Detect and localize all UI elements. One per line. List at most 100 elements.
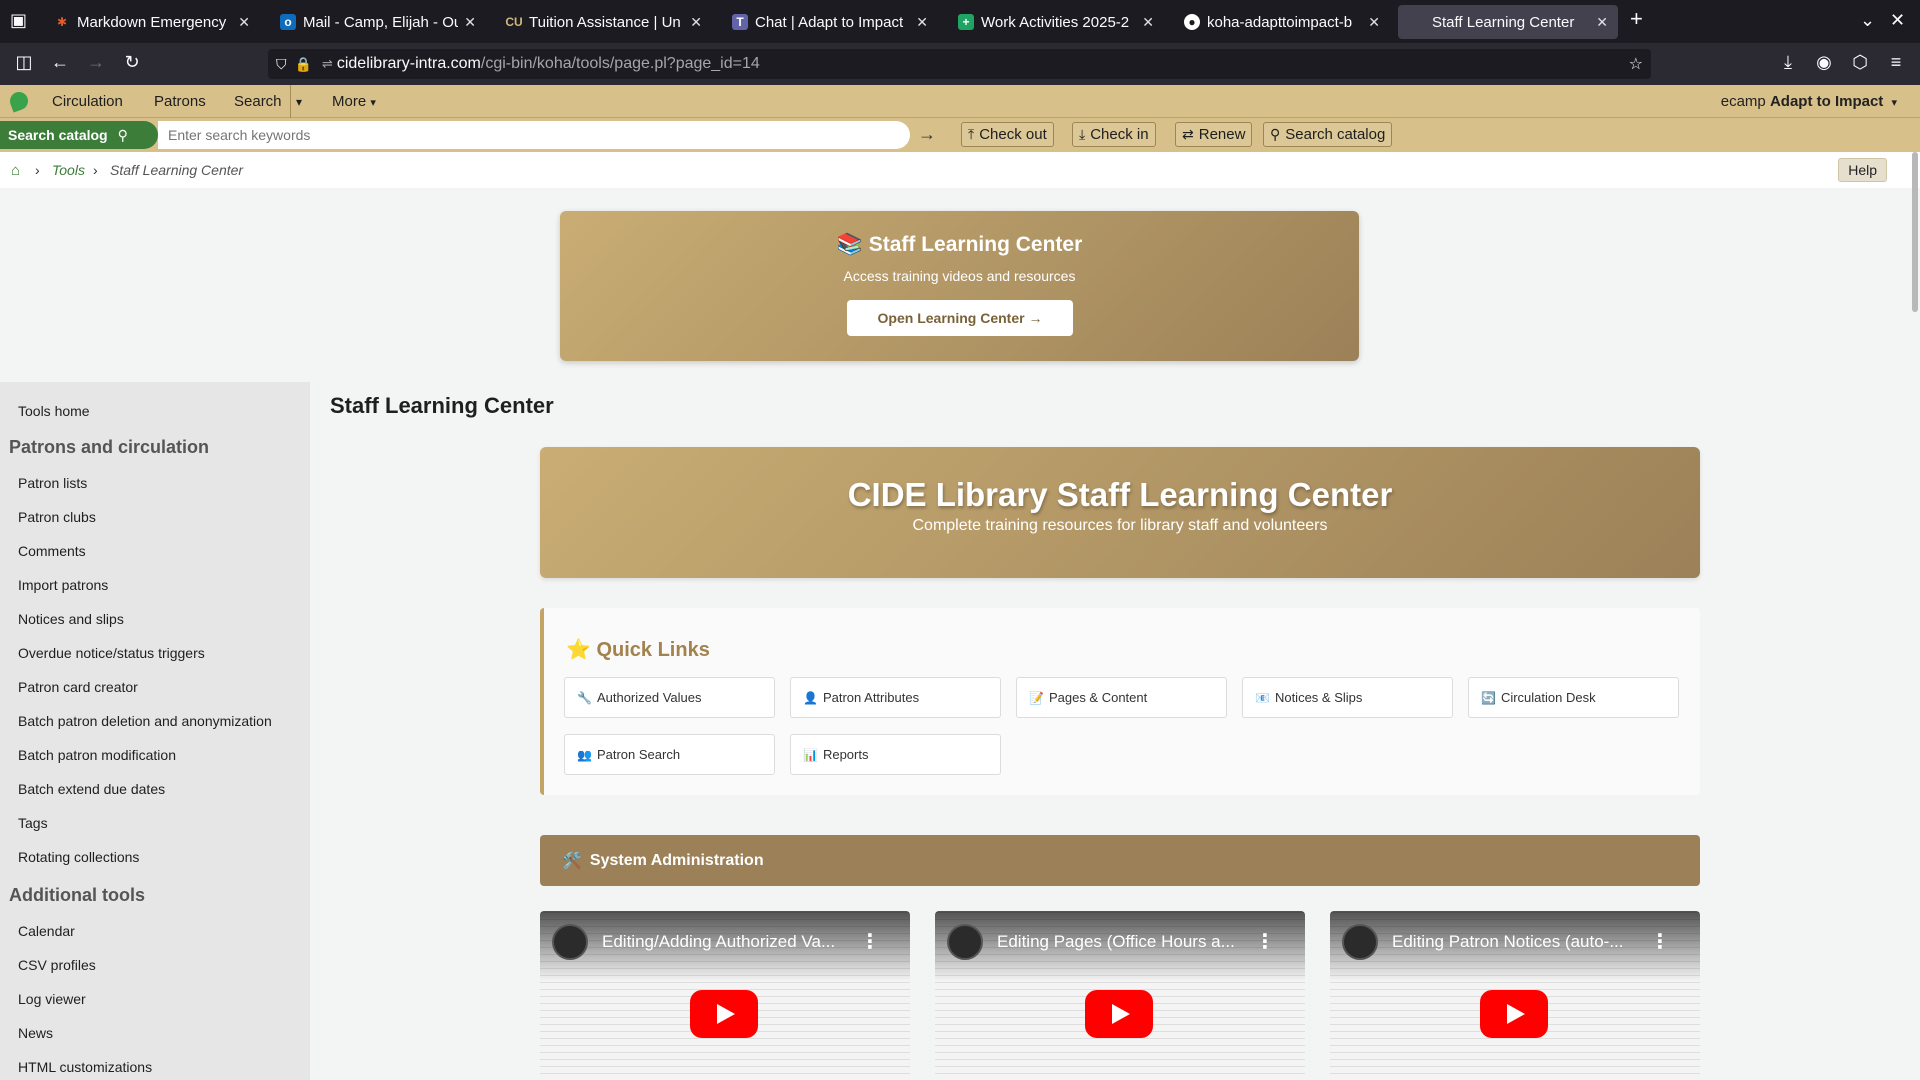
channel-avatar[interactable] [552, 924, 588, 960]
menu-icon[interactable]: ≡ [1884, 52, 1908, 73]
quick-link-notices-slips[interactable]: 📧 Notices & Slips [1242, 677, 1453, 718]
more-options-icon[interactable]: ⋮ [1255, 929, 1275, 954]
play-button-icon[interactable] [1480, 990, 1548, 1038]
sidebar-item-notices[interactable]: Notices and slips [18, 611, 124, 627]
sidebar-item-tags[interactable]: Tags [18, 815, 48, 831]
quick-link-label: Circulation Desk [1500, 690, 1596, 705]
close-icon[interactable]: ✕ [1596, 14, 1608, 31]
close-icon[interactable]: ✕ [238, 14, 250, 31]
sidebar-item-rotating-collections[interactable]: Rotating collections [18, 849, 139, 865]
search-catalog-tab[interactable]: Search catalog ⚲ [0, 121, 158, 149]
reload-icon[interactable]: ↻ [120, 52, 144, 73]
search-catalog-button-label: Search catalog [1285, 126, 1386, 143]
close-icon[interactable]: ✕ [916, 14, 928, 31]
more-options-icon[interactable]: ⋮ [860, 929, 880, 954]
open-learning-center-button[interactable]: Open Learning Center → [847, 300, 1073, 336]
page-scrollbar[interactable] [1912, 152, 1918, 312]
video-embed-1[interactable]: Editing/Adding Authorized Va... ⋮ [540, 911, 910, 1080]
extensions-icon[interactable]: ⬡ [1848, 52, 1872, 73]
search-catalog-button[interactable]: ⚲ Search catalog [1263, 122, 1393, 147]
channel-avatar[interactable] [1342, 924, 1378, 960]
close-icon[interactable]: ✕ [1142, 14, 1154, 31]
wrench-icon: 🔧 [577, 690, 592, 705]
email-icon: 📧 [1255, 690, 1270, 705]
check-out-button[interactable]: ⤒ Check out [961, 122, 1054, 147]
url-path: /cgi-bin/koha/tools/page.pl?page_id=14 [480, 55, 760, 72]
quick-link-authorized-values[interactable]: 🔧 Authorized Values [564, 677, 775, 718]
user-menu[interactable]: ecamp Adapt to Impact ▾ [1721, 93, 1897, 110]
quick-link-pages-content[interactable]: 📝 Pages & Content [1016, 677, 1227, 718]
quick-link-patron-search[interactable]: 👥 Patron Search [564, 734, 775, 775]
back-icon[interactable]: ← [48, 52, 72, 73]
lock-icon[interactable]: 🔒 [295, 56, 312, 73]
browser-tab-2[interactable]: o Mail - Camp, Elijah - Ou ✕ [270, 5, 486, 39]
koha-logo-icon[interactable] [7, 89, 31, 113]
browser-tab-3[interactable]: CU Tuition Assistance | Un ✕ [496, 5, 712, 39]
nav-search[interactable]: Search [234, 93, 282, 110]
bookmark-star-icon[interactable]: ☆ [1629, 54, 1643, 74]
browser-tab-4[interactable]: T Chat | Adapt to Impact ✕ [722, 5, 938, 39]
sidebar-item-card-creator[interactable]: Patron card creator [18, 679, 138, 695]
quick-link-reports[interactable]: 📊 Reports [790, 734, 1001, 775]
quick-link-circulation-desk[interactable]: 🔄 Circulation Desk [1468, 677, 1679, 718]
video-embed-3[interactable]: Editing Patron Notices (auto-... ⋮ [1330, 911, 1700, 1080]
video-title[interactable]: Editing Pages (Office Hours a... [997, 932, 1252, 952]
memo-icon: 📝 [1029, 690, 1044, 705]
browser-tab-1[interactable]: ✱ Markdown Emergency ✕ [44, 5, 260, 39]
browser-tab-5[interactable]: + Work Activities 2025-2 ✕ [948, 5, 1164, 39]
site-info-icon[interactable]: ⇌ [322, 56, 333, 72]
sidebar-item-news[interactable]: News [18, 1025, 53, 1041]
renew-button[interactable]: ⇄ Renew [1175, 122, 1253, 147]
close-icon[interactable]: ✕ [464, 14, 476, 31]
browser-tab-6[interactable]: ● koha-adapttoimpact-b ✕ [1174, 5, 1390, 39]
sidebar-item-patron-lists[interactable]: Patron lists [18, 475, 87, 491]
sidebar-item-csv-profiles[interactable]: CSV profiles [18, 957, 96, 973]
nav-more[interactable]: More ▾ [332, 93, 376, 110]
sidebar-item-batch-modification[interactable]: Batch patron modification [18, 747, 176, 763]
close-icon[interactable]: ✕ [690, 14, 702, 31]
breadcrumb-separator-icon: › [93, 162, 98, 178]
nav-circulation[interactable]: Circulation [52, 93, 123, 110]
video-title[interactable]: Editing/Adding Authorized Va... [602, 932, 857, 952]
downloads-icon[interactable]: ⤓ [1776, 52, 1800, 73]
sidebar-item-comments[interactable]: Comments [18, 543, 86, 559]
sidebar-item-html-customizations[interactable]: HTML customizations [18, 1059, 152, 1075]
sidebar-item-batch-deletion[interactable]: Batch patron deletion and anonymization [18, 713, 272, 729]
tab-overview-icon[interactable]: ▣ [10, 10, 27, 31]
help-button[interactable]: Help [1838, 158, 1887, 182]
nav-patrons[interactable]: Patrons [154, 93, 206, 110]
tab-list-icon[interactable]: ⌄ [1860, 10, 1875, 31]
more-options-icon[interactable]: ⋮ [1650, 929, 1670, 954]
channel-avatar[interactable] [947, 924, 983, 960]
shield-icon[interactable]: ⛉ [276, 56, 287, 73]
check-in-button[interactable]: ⤓ Check in [1072, 122, 1156, 147]
forward-icon[interactable]: → [84, 52, 108, 73]
play-button-icon[interactable] [1085, 990, 1153, 1038]
sidebar-item-batch-extend[interactable]: Batch extend due dates [18, 781, 165, 797]
account-icon[interactable]: ◉ [1812, 52, 1836, 73]
close-window-icon[interactable]: ✕ [1890, 10, 1905, 31]
user-icon: 👤 [803, 690, 818, 705]
url-bar[interactable]: ⛉ 🔒 ⇌ cidelibrary-intra.com/cgi-bin/koha… [268, 49, 1651, 79]
video-embed-2[interactable]: Editing Pages (Office Hours a... ⋮ [935, 911, 1305, 1080]
play-button-icon[interactable] [690, 990, 758, 1038]
quick-link-patron-attributes[interactable]: 👤 Patron Attributes [790, 677, 1001, 718]
sidebar-item-log-viewer[interactable]: Log viewer [18, 991, 86, 1007]
search-dropdown-caret-icon[interactable]: ▾ [296, 95, 302, 109]
search-input[interactable] [158, 121, 910, 149]
hero-banner: CIDE Library Staff Learning Center Compl… [540, 447, 1700, 578]
sidebar-item-tools-home[interactable]: Tools home [18, 403, 90, 419]
sidebar-item-import-patrons[interactable]: Import patrons [18, 577, 108, 593]
sidebar-toggle-icon[interactable]: ◫ [12, 52, 36, 73]
video-title[interactable]: Editing Patron Notices (auto-... [1392, 932, 1647, 952]
sidebar-item-calendar[interactable]: Calendar [18, 923, 75, 939]
close-icon[interactable]: ✕ [1368, 14, 1380, 31]
new-tab-icon[interactable]: + [1630, 6, 1643, 32]
breadcrumb-tools[interactable]: Tools [52, 162, 85, 178]
sidebar-item-overdue-triggers[interactable]: Overdue notice/status triggers [18, 645, 205, 661]
sidebar-item-patron-clubs[interactable]: Patron clubs [18, 509, 96, 525]
home-icon[interactable]: ⌂ [11, 162, 20, 179]
browser-tab-active[interactable]: Staff Learning Center ✕ [1398, 5, 1618, 39]
quick-link-label: Pages & Content [1048, 690, 1148, 705]
submit-arrow-icon[interactable]: → [918, 124, 936, 145]
